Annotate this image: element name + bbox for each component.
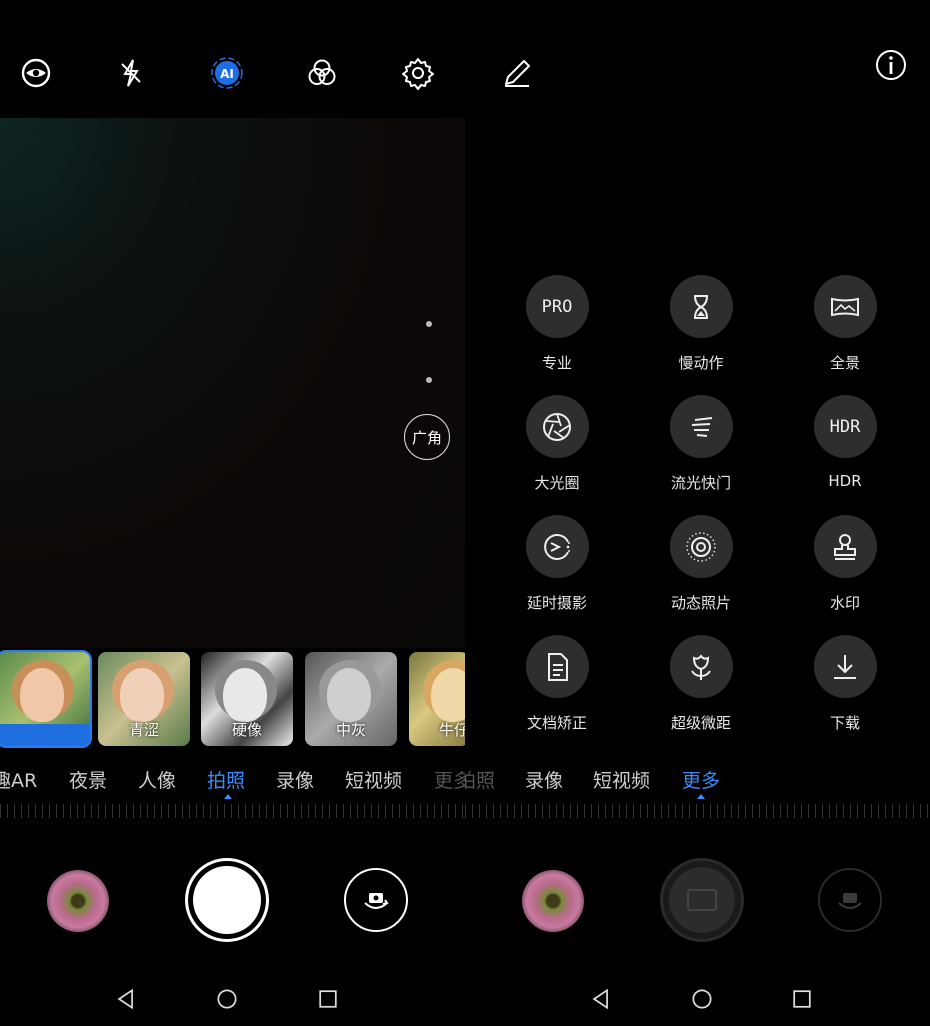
hdr-icon: HDR	[813, 395, 877, 458]
active-mode-caret	[224, 794, 232, 799]
camera-glyph-icon	[687, 889, 717, 911]
filter-original[interactable]	[0, 650, 92, 748]
filter-qingse[interactable]: 青涩	[98, 652, 190, 746]
mode-wide-aperture[interactable]: 大光圈	[497, 395, 617, 493]
svg-text:AI: AI	[220, 67, 234, 81]
ai-icon[interactable]: AI	[208, 54, 246, 92]
mode-photo[interactable]: 拍照	[465, 766, 495, 793]
wide-angle-zoom-button[interactable]: 广角	[404, 414, 450, 460]
mode-night[interactable]: 夜景	[69, 766, 107, 793]
beauty-pen-icon[interactable]	[498, 54, 536, 92]
info-icon[interactable]	[872, 46, 910, 84]
mode-time-lapse[interactable]: 延时摄影	[497, 515, 617, 613]
mode-more[interactable]: 更多	[682, 766, 720, 793]
nav-home-icon[interactable]	[212, 984, 242, 1014]
mode-panorama[interactable]: 全景	[785, 275, 905, 373]
mode-download[interactable]: 下载	[785, 635, 905, 733]
mode-video[interactable]: 录像	[276, 766, 314, 793]
nav-back-icon[interactable]	[586, 984, 616, 1014]
flower-macro-icon	[669, 635, 733, 698]
camera-top-bar: AI	[0, 0, 465, 118]
hourglass-icon	[669, 275, 733, 338]
gallery-thumbnail[interactable]	[47, 870, 109, 932]
switch-camera-button[interactable]	[344, 868, 408, 932]
mode-short-video[interactable]: 短视频	[345, 766, 402, 793]
shutter-button[interactable]	[185, 858, 269, 942]
switch-camera-icon	[838, 893, 862, 909]
mode-photo[interactable]: 拍照	[207, 766, 245, 793]
aperture-icon	[525, 395, 589, 458]
filter-selected-bar	[0, 724, 90, 746]
pro-icon: PRO	[525, 275, 589, 338]
mode-video[interactable]: 录像	[525, 766, 563, 793]
mode-slow-motion[interactable]: 慢动作	[641, 275, 761, 373]
download-icon	[813, 635, 877, 698]
shutter-inner	[669, 867, 735, 933]
mode-watermark[interactable]: 水印	[785, 515, 905, 613]
camera-more-modes-screen: PRO 专业 慢动作 全景 大光圈 流光快门 HDR HDR 延时摄影 动态照片…	[465, 0, 930, 1026]
watermark-stamp-icon	[813, 515, 877, 578]
moving-picture-icon	[669, 515, 733, 578]
switch-camera-icon	[364, 893, 389, 909]
settings-gear-icon[interactable]	[399, 54, 437, 92]
zoom-dot	[426, 321, 432, 327]
shutter-inner	[193, 866, 261, 934]
flash-off-icon[interactable]	[112, 54, 150, 92]
mode-selector: 拍照 录像 短视频 更多	[465, 762, 930, 799]
zoom-dot	[426, 377, 432, 383]
camera-viewfinder[interactable]	[0, 118, 465, 648]
gallery-thumbnail[interactable]	[522, 870, 584, 932]
mode-more[interactable]: 更多	[434, 766, 465, 793]
mode-portrait[interactable]: 人像	[138, 766, 176, 793]
nav-recents-icon[interactable]	[787, 984, 817, 1014]
camera-photo-screen: AI 广角 青涩 硬像 中灰 牛仔 趣AR 夜景 人像 拍照 录像 短视频 更多	[0, 0, 465, 1026]
nav-home-icon[interactable]	[687, 984, 717, 1014]
mode-selector: 趣AR 夜景 人像 拍照 录像 短视频 更多	[0, 762, 465, 799]
active-mode-caret	[697, 794, 705, 799]
color-filter-icon[interactable]	[303, 54, 341, 92]
panorama-icon	[813, 275, 877, 338]
light-trail-icon	[669, 395, 733, 458]
switch-camera-button-disabled[interactable]	[818, 868, 882, 932]
document-icon	[525, 635, 589, 698]
mode-ar[interactable]: 趣AR	[0, 766, 37, 793]
nav-back-icon[interactable]	[111, 984, 141, 1014]
mode-hdr[interactable]: HDR HDR	[785, 395, 905, 490]
timelapse-icon	[525, 515, 589, 578]
mode-moving-picture[interactable]: 动态照片	[641, 515, 761, 613]
eye-icon[interactable]	[17, 54, 55, 92]
filter-yingxiang[interactable]: 硬像	[201, 652, 293, 746]
mode-scale-ticks	[465, 804, 930, 818]
mode-document-scan[interactable]: 文档矫正	[497, 635, 617, 733]
mode-pro[interactable]: PRO 专业	[497, 275, 617, 373]
mode-light-painting[interactable]: 流光快门	[641, 395, 761, 493]
mode-short-video[interactable]: 短视频	[593, 766, 650, 793]
mode-scale-ticks	[0, 804, 465, 818]
shutter-button-disabled[interactable]	[660, 858, 744, 942]
nav-recents-icon[interactable]	[313, 984, 343, 1014]
filter-strip: 青涩 硬像 中灰 牛仔	[0, 650, 465, 750]
mode-super-macro[interactable]: 超级微距	[641, 635, 761, 733]
filter-zhonghui[interactable]: 中灰	[305, 652, 397, 746]
filter-niuzai[interactable]: 牛仔	[409, 652, 465, 746]
